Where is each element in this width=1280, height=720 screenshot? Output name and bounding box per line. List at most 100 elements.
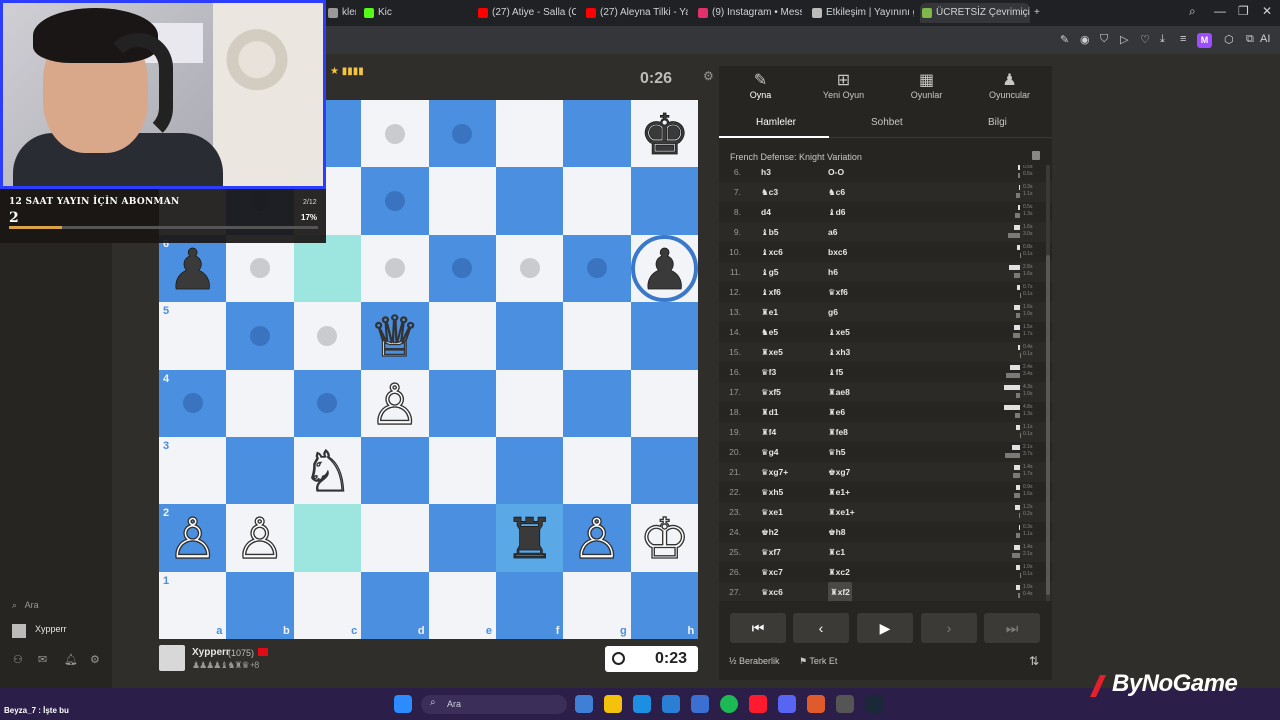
square-d5[interactable]: ♕ xyxy=(361,302,429,370)
square-g4[interactable] xyxy=(563,369,631,437)
white-move[interactable]: ♜xe5 xyxy=(761,342,783,362)
square-h6[interactable]: ♟ xyxy=(630,234,699,303)
tab-players[interactable]: ♟ Oyuncular xyxy=(968,66,1051,106)
square-b2[interactable]: ♙ xyxy=(226,504,294,572)
legal-move-dot[interactable] xyxy=(250,325,271,346)
play-moves-button[interactable]: ▶ xyxy=(857,613,913,643)
profile-avatar[interactable]: M xyxy=(1197,33,1212,48)
legal-move-dot[interactable] xyxy=(250,258,271,279)
first-move-button[interactable]: ⏮ xyxy=(730,613,786,643)
square-h4[interactable] xyxy=(630,369,699,437)
taskbar-search[interactable]: Ara xyxy=(421,695,567,714)
app-icon[interactable] xyxy=(691,695,709,713)
square-g1[interactable]: g xyxy=(563,571,631,640)
move-row[interactable]: 13. ♜e1 g6 1.6s 1.0s xyxy=(719,302,1052,322)
square-a1[interactable]: 1a xyxy=(159,571,227,640)
white-move[interactable]: ♝xf6 xyxy=(761,282,781,302)
square-h3[interactable] xyxy=(630,437,699,505)
square-b4[interactable] xyxy=(226,369,294,437)
browser-tab[interactable]: ÜCRETSİZ Çevrimiçi S xyxy=(920,3,1030,23)
black-move[interactable]: ♝xh3 xyxy=(828,342,850,362)
square-g2[interactable]: ♙ xyxy=(563,504,631,572)
white-move[interactable]: ♛xg7+ xyxy=(761,462,788,482)
tab-new-game[interactable]: ⊞ Yeni Oyun xyxy=(802,66,885,106)
square-f6[interactable] xyxy=(496,234,564,303)
obs-icon[interactable] xyxy=(836,695,854,713)
browser-tab[interactable]: (27) Atiye - Salla (Official xyxy=(476,3,576,23)
legal-move-dot[interactable] xyxy=(587,258,608,279)
black-move[interactable]: a6 xyxy=(828,222,837,242)
square-d7[interactable] xyxy=(361,167,429,235)
black-move[interactable]: ♜e1+ xyxy=(828,482,850,502)
square-f5[interactable] xyxy=(496,302,564,370)
white-move[interactable]: ♜e1 xyxy=(761,302,778,322)
move-row[interactable]: 9. ♝b5 a6 1.6s 3.0s xyxy=(719,222,1052,242)
square-e2[interactable] xyxy=(428,504,496,572)
app2-icon[interactable] xyxy=(807,695,825,713)
black-move[interactable]: ♚h8 xyxy=(828,522,846,542)
legal-move-dot[interactable] xyxy=(452,258,473,279)
square-b3[interactable] xyxy=(226,437,294,505)
square-h7[interactable] xyxy=(630,167,699,235)
white-move[interactable]: ♛xf7 xyxy=(761,542,781,562)
black-move[interactable]: ♝f5 xyxy=(828,362,843,382)
square-b6[interactable] xyxy=(226,234,294,303)
white-move[interactable]: ♞c3 xyxy=(761,182,778,202)
white-move[interactable]: ♚h2 xyxy=(761,522,779,542)
sidebar-search[interactable]: ⌕ Ara xyxy=(12,600,39,611)
square-d3[interactable] xyxy=(361,437,429,505)
move-row[interactable]: 25. ♛xf7 ♜c1 1.4s 2.1s xyxy=(719,542,1052,562)
square-g8[interactable] xyxy=(563,100,631,168)
subtab-moves[interactable]: Hamleler xyxy=(756,117,796,128)
square-b5[interactable] xyxy=(226,302,294,370)
square-f4[interactable] xyxy=(496,369,564,437)
square-c4[interactable] xyxy=(293,369,362,437)
square-g7[interactable] xyxy=(563,167,631,235)
square-e1[interactable]: e xyxy=(428,571,496,640)
move-row[interactable]: 20. ♛g4 ♛h5 2.1s 3.7s xyxy=(719,442,1052,462)
book-icon[interactable] xyxy=(1032,151,1040,160)
sidebar-user-avatar[interactable] xyxy=(12,624,26,638)
square-b1[interactable]: b xyxy=(226,571,294,640)
black-move[interactable]: h6 xyxy=(828,262,838,282)
white-move[interactable]: ♝b5 xyxy=(761,222,779,242)
move-row[interactable]: 24. ♚h2 ♚h8 0.3s 1.1s xyxy=(719,522,1052,542)
opera-icon[interactable] xyxy=(749,695,767,713)
black-move[interactable]: ♛h5 xyxy=(828,442,846,462)
ai-button[interactable]: AI xyxy=(1260,33,1270,45)
square-d8[interactable] xyxy=(361,100,429,168)
square-e7[interactable] xyxy=(428,167,496,235)
black-move[interactable]: O-O xyxy=(828,165,844,182)
legal-move-dot[interactable] xyxy=(317,393,338,414)
white-move[interactable]: ♛xc6 xyxy=(761,582,783,601)
square-a4[interactable]: 4 xyxy=(159,369,227,437)
black-move[interactable]: ♜fe8 xyxy=(828,422,848,442)
new-tab-button[interactable]: + xyxy=(1030,3,1050,23)
settings-gear-icon[interactable]: ⚙ xyxy=(703,69,714,83)
black-move[interactable]: ♜xf2 xyxy=(828,582,852,601)
move-list-scrollbar[interactable] xyxy=(1046,165,1050,601)
square-a3[interactable]: 3 xyxy=(159,437,227,505)
square-d2[interactable] xyxy=(361,504,429,572)
friends-icon[interactable]: ⚇ xyxy=(13,653,23,666)
move-row[interactable]: 10. ♝xc6 bxc6 0.8s 0.1s xyxy=(719,242,1052,262)
square-a2[interactable]: 2 ♙ xyxy=(159,504,227,572)
black-move[interactable]: g6 xyxy=(828,302,838,322)
black-rook-icon[interactable]: ♜ xyxy=(496,504,563,572)
black-move[interactable]: ♚xg7 xyxy=(828,462,850,482)
menu-icon[interactable]: ≡ xyxy=(1180,33,1186,45)
legal-move-dot[interactable] xyxy=(384,123,405,144)
square-e5[interactable] xyxy=(428,302,496,370)
spotify-icon[interactable] xyxy=(720,695,738,713)
square-f3[interactable] xyxy=(496,437,564,505)
extension-icon[interactable]: ⬡ xyxy=(1224,33,1234,46)
black-move[interactable]: ♞c6 xyxy=(828,182,845,202)
legal-move-dot[interactable] xyxy=(384,258,405,279)
white-move[interactable]: ♝g5 xyxy=(761,262,779,282)
browser-tab[interactable]: Etkileşim | Yayınını güç xyxy=(810,3,914,23)
move-row[interactable]: 22. ♛xh5 ♜e1+ 0.9s 1.6s xyxy=(719,482,1052,502)
move-row[interactable]: 23. ♛xe1 ♜xe1+ 1.2s 0.2s xyxy=(719,502,1052,522)
move-row[interactable]: 11. ♝g5 h6 2.8s 1.6s xyxy=(719,262,1052,282)
legal-move-dot[interactable] xyxy=(182,393,203,414)
legal-move-dot[interactable] xyxy=(519,258,540,279)
